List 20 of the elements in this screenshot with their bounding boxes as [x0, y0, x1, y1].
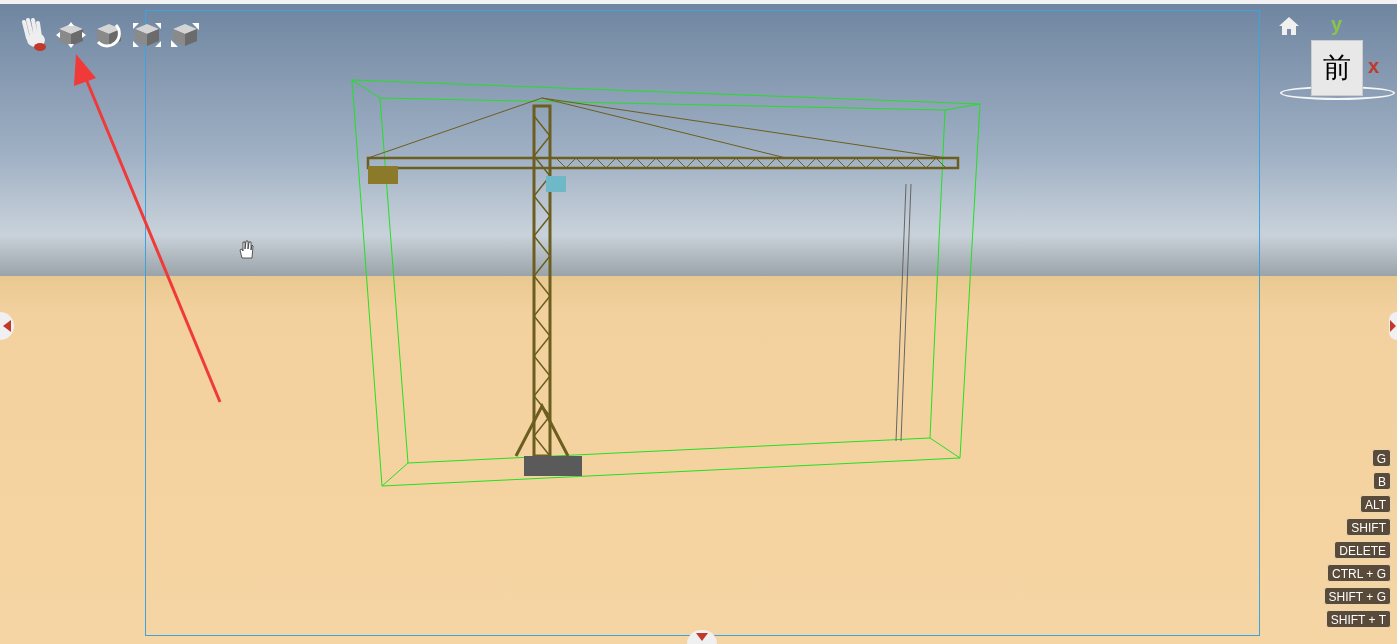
triangle-left-icon	[3, 320, 11, 332]
hand-cursor-icon	[238, 240, 254, 259]
cube-icon[interactable]	[170, 22, 200, 48]
right-edge-handle[interactable]	[1389, 312, 1397, 340]
x-axis-label: x	[1368, 56, 1380, 76]
shortcut-key: CTRL + G	[1327, 564, 1391, 582]
cube-icon[interactable]	[56, 22, 86, 48]
cube-icon[interactable]	[94, 22, 124, 48]
shortcut-key: ALT	[1359, 495, 1391, 513]
shortcut-key: SHIFT + G	[1323, 587, 1391, 605]
triangle-right-icon	[1390, 320, 1396, 332]
shortcut-key: G	[1371, 449, 1391, 467]
cube-icon[interactable]	[132, 22, 162, 48]
shortcut-key: DELETE	[1334, 541, 1391, 559]
shortcut-key: SHIFT + T	[1325, 610, 1391, 628]
view-cube[interactable]: 前	[1311, 40, 1363, 96]
triangle-down-icon	[696, 633, 708, 641]
y-axis-label: y	[1331, 14, 1343, 34]
shortcut-key: SHIFT	[1346, 518, 1391, 536]
home-icon[interactable]	[1278, 16, 1300, 36]
